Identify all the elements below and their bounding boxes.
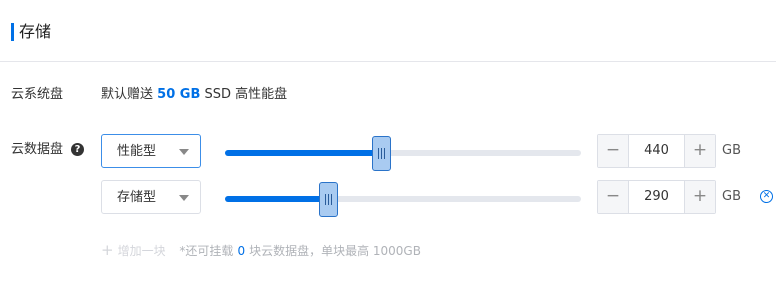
system-disk-size: 50 GB [157,87,201,102]
note-prefix: *还可挂载 [179,244,234,258]
section-title: 存储 [19,22,52,41]
slider-fill [225,196,329,202]
slider-fill [225,150,382,156]
remaining-count: 0 [237,244,246,258]
slider-handle-2[interactable] [318,182,338,217]
disk-size-stepper-1: − 440 + [597,134,716,168]
disk-size-slider-1[interactable] [225,150,581,156]
disk-type-select-1[interactable]: 性能型 [101,134,201,168]
help-icon[interactable]: ? [71,143,84,156]
increment-button[interactable]: + [684,181,715,213]
remove-disk-icon[interactable]: ✕ [760,190,773,203]
disk-type-value: 存储型 [117,190,157,205]
slider-handle-1[interactable] [372,136,392,171]
system-disk-description: 默认赠送 50 GB SSD 高性能盘 [101,86,287,104]
storage-section-header: 存储 [0,0,776,62]
section-accent-bar [11,23,14,41]
disk-size-unit: GB [722,189,741,204]
data-disk-label: 云数据盘 [11,142,64,157]
disk-type-select-2[interactable]: 存储型 [101,180,201,214]
disk-size-slider-2[interactable] [225,196,581,202]
note-suffix: 块云数据盘，单块最高 1000GB [249,244,421,258]
grip-icon [324,194,332,205]
system-disk-prefix: 默认赠送 [101,87,154,102]
decrement-button[interactable]: − [598,181,629,213]
decrement-button[interactable]: − [598,135,629,167]
add-disk-label: 增加一块 [117,244,166,258]
disk-size-input[interactable]: 440 [629,135,684,167]
add-disk-row: + 增加一块 *还可挂载 0 块云数据盘，单块最高 1000GB [101,242,421,259]
increment-button[interactable]: + [684,135,715,167]
system-disk-suffix: SSD 高性能盘 [204,87,288,102]
disk-size-input[interactable]: 290 [629,181,684,213]
system-disk-label: 云系统盘 [11,87,64,102]
disk-type-value: 性能型 [117,144,157,159]
plus-icon: + [101,241,114,259]
caret-down-icon [179,195,189,201]
add-disk-button[interactable]: + 增加一块 [101,241,169,259]
add-disk-note: *还可挂载 0 块云数据盘，单块最高 1000GB [179,244,421,258]
caret-down-icon [179,149,189,155]
grip-icon [378,148,386,159]
disk-size-unit: GB [722,143,741,158]
disk-size-stepper-2: − 290 + [597,180,716,214]
